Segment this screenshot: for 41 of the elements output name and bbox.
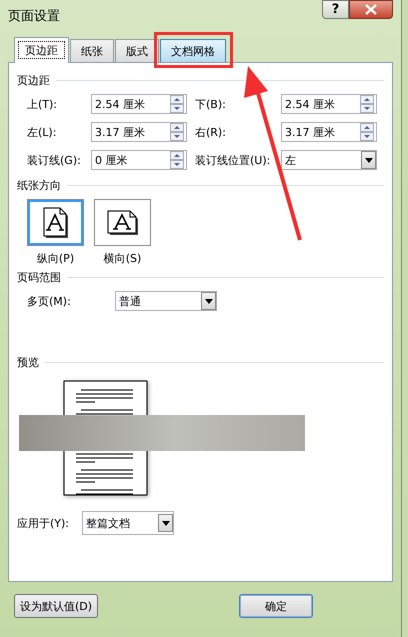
portrait-page-icon [42, 206, 68, 238]
dropdown-field[interactable]: 整篇文档 [82, 511, 174, 535]
field-label: 多页(M): [27, 294, 72, 308]
orientation-label: 纵向(P) [36, 251, 74, 266]
field-label: 下(B): [194, 96, 227, 112]
field-label: 装订线位置(U): [194, 152, 272, 168]
orientation-label: 横向(S) [104, 251, 142, 266]
orientation-button[interactable] [27, 199, 84, 246]
tab[interactable]: 文档网格 [160, 39, 226, 62]
section-title: 页码范围 [17, 270, 61, 285]
spin-field[interactable]: 0 厘米 [91, 150, 187, 170]
spin-field[interactable]: 2.54 厘米 [91, 94, 187, 114]
ok-button[interactable]: 确定 [239, 594, 313, 618]
spin-field[interactable]: 3.17 厘米 [91, 122, 187, 142]
spin-arrows-icon [170, 95, 184, 113]
close-icon [365, 4, 377, 15]
dropdown-field[interactable]: 左 [281, 150, 377, 170]
window-title: 页面设置 [8, 8, 60, 25]
field-label: 左(L): [27, 124, 58, 140]
section-title: 页边距 [17, 73, 50, 88]
spin-arrows-icon [360, 123, 374, 141]
field-label: 应用于(Y): [17, 516, 70, 530]
spin-field[interactable]: 2.54 厘米 [281, 94, 377, 114]
tab[interactable]: 版式 [115, 39, 159, 62]
spin-field[interactable]: 3.17 厘米 [281, 122, 377, 142]
section-title: 纸张方向 [17, 178, 61, 193]
tab[interactable]: 页边距 [14, 37, 69, 63]
section-title: 预览 [17, 355, 39, 370]
landscape-page-icon [106, 210, 138, 236]
tab[interactable]: 纸张 [70, 39, 114, 62]
field-label: 上(T): [27, 96, 58, 112]
set-default-button[interactable]: 设为默认值(D) [14, 594, 98, 618]
close-button[interactable] [349, 0, 393, 19]
help-button[interactable]: ? [322, 0, 349, 19]
spin-arrows-icon [170, 151, 184, 169]
spin-arrows-icon [360, 95, 374, 113]
field-label: 装订线(G): [27, 152, 82, 168]
spin-arrows-icon [170, 123, 184, 141]
orientation-button[interactable] [94, 199, 151, 246]
field-label: 右(R): [194, 124, 227, 140]
dropdown-field[interactable]: 普通 [115, 291, 217, 311]
